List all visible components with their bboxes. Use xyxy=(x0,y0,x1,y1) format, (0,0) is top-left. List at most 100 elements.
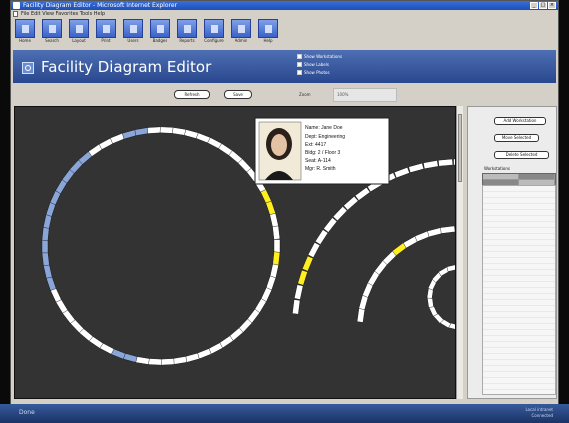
workstation-desk[interactable] xyxy=(272,251,281,266)
workstation-desk[interactable] xyxy=(41,226,50,241)
workstation-desk[interactable] xyxy=(171,127,187,136)
toolbar-label: Help xyxy=(263,38,273,43)
workstation-desk[interactable] xyxy=(354,187,371,201)
floor-diagram[interactable]: Name: Jane Doe Dept: Engineering Ext: 441… xyxy=(15,107,456,399)
workstation-desk[interactable] xyxy=(292,299,301,315)
workstation-desk[interactable] xyxy=(323,217,338,233)
workstation-desk[interactable] xyxy=(297,269,308,286)
add-workstation-button[interactable]: Add Workstation xyxy=(494,117,546,125)
window-title: Facility Diagram Editor - Microsoft Inte… xyxy=(23,2,178,9)
checkbox[interactable] xyxy=(297,62,302,67)
popup-line: Dept: Engineering xyxy=(305,134,345,140)
diagram-canvas[interactable]: Name: Jane Doe Dept: Engineering Ext: 441… xyxy=(14,106,456,399)
workstation-desk[interactable] xyxy=(43,214,53,229)
display-option[interactable]: Show Photos xyxy=(297,69,342,76)
workstation-list[interactable] xyxy=(482,185,556,395)
status-bar: Done Local intranet Connected xyxy=(0,404,569,423)
workstation-desk[interactable] xyxy=(427,227,443,238)
maximize-button[interactable]: □ xyxy=(539,2,547,9)
status-text: Done xyxy=(19,409,35,416)
scrollbar-thumb[interactable] xyxy=(458,114,462,182)
workstation-desk[interactable] xyxy=(172,356,188,365)
vertical-scrollbar[interactable] xyxy=(456,106,463,399)
workstation-desk[interactable] xyxy=(122,129,137,140)
toolbar-button-reports[interactable]: Reports xyxy=(175,19,199,47)
workstation-desk[interactable] xyxy=(272,225,281,240)
save-button[interactable]: Save xyxy=(224,90,252,99)
move-selected-button[interactable]: Move Selected xyxy=(494,134,539,142)
workstation-desk[interactable] xyxy=(269,263,279,279)
toolbar-button-admin[interactable]: Admin xyxy=(229,19,253,47)
minimize-button[interactable]: _ xyxy=(530,2,538,9)
workstation-desk[interactable] xyxy=(147,126,161,134)
workstation-desk[interactable] xyxy=(343,196,359,211)
workstation-desk[interactable] xyxy=(423,160,439,170)
zoom-input[interactable]: 100% xyxy=(333,88,397,102)
popup-line: Seat: A-114 xyxy=(305,158,331,164)
delete-selected-button[interactable]: Delete Selected xyxy=(494,151,549,159)
workstation-desk[interactable] xyxy=(307,242,321,258)
toolbar-button-users[interactable]: Users xyxy=(121,19,145,47)
workstation-desk[interactable] xyxy=(148,358,162,366)
workstation-desk[interactable] xyxy=(294,284,304,300)
app-logo-icon xyxy=(22,62,34,74)
toolbar-button-print[interactable]: Print xyxy=(94,19,118,47)
toolbar-button-configure[interactable]: Configure xyxy=(202,19,226,47)
close-button[interactable]: × xyxy=(548,2,556,9)
workstation-desk[interactable] xyxy=(273,239,281,253)
workstation-desk[interactable] xyxy=(314,229,329,245)
toolbar-button-home[interactable]: Home xyxy=(13,19,37,47)
workstation-desk[interactable] xyxy=(301,255,314,272)
workstation-desk[interactable] xyxy=(184,129,199,139)
workstation-desk[interactable] xyxy=(184,352,200,363)
workstation-desk[interactable] xyxy=(46,276,57,291)
option-label: Show Photos xyxy=(304,70,330,75)
print-icon xyxy=(96,19,116,38)
workstation-desk[interactable] xyxy=(332,206,348,222)
workstation-desk[interactable] xyxy=(440,225,455,234)
workstation-desk[interactable] xyxy=(160,358,175,366)
toolbar-button-search[interactable]: Search xyxy=(40,19,64,47)
toolbar-button-badges[interactable]: Badges xyxy=(148,19,172,47)
workstation-desk[interactable] xyxy=(265,200,276,216)
toolbar-button-layout[interactable]: Layout xyxy=(67,19,91,47)
workstation-desk[interactable] xyxy=(134,127,149,136)
workstation-desk[interactable] xyxy=(41,251,50,266)
status-zone-line2: Connected xyxy=(531,413,553,418)
workstation-desk[interactable] xyxy=(408,162,424,173)
workstation-desk[interactable] xyxy=(438,158,454,167)
toolbar-label: Search xyxy=(45,38,59,43)
workstation-desk[interactable] xyxy=(196,348,212,360)
workstation-desk[interactable] xyxy=(122,352,138,363)
photo-face xyxy=(271,134,287,156)
reports-icon xyxy=(177,19,197,38)
home-icon xyxy=(15,19,35,38)
title-bar[interactable]: Facility Diagram Editor - Microsoft Inte… xyxy=(11,1,558,10)
checkbox[interactable] xyxy=(297,54,302,59)
menu-text: File Edit View Favorites Tools Help xyxy=(21,11,106,17)
workstation-desk[interactable] xyxy=(110,132,125,144)
display-option[interactable]: Show Labels xyxy=(297,61,342,68)
workstation-desk[interactable] xyxy=(269,213,279,228)
search-icon xyxy=(42,19,62,38)
workstation-desk[interactable] xyxy=(446,263,456,272)
workstation-desk[interactable] xyxy=(159,126,174,134)
workstation-table-header[interactable] xyxy=(482,173,556,186)
toolbar-label: Print xyxy=(101,38,111,43)
checkbox[interactable] xyxy=(297,70,302,75)
badge-icon xyxy=(150,19,170,38)
refresh-button[interactable]: Refresh xyxy=(174,90,210,99)
toolbar-label: Reports xyxy=(179,38,195,43)
popup-line: Ext: 4417 xyxy=(305,142,326,148)
toolbar-button-help[interactable]: Help xyxy=(256,19,280,47)
workstation-desk[interactable] xyxy=(356,307,366,323)
workstation-desk[interactable] xyxy=(135,356,150,365)
menu-bar[interactable]: File Edit View Favorites Tools Help xyxy=(11,10,558,18)
workstation-desk[interactable] xyxy=(43,264,53,279)
workstation-desk[interactable] xyxy=(41,239,49,254)
person-popup[interactable]: Name: Jane Doe Dept: Engineering Ext: 441… xyxy=(254,117,390,185)
display-option[interactable]: Show Workstations xyxy=(297,53,342,60)
popup-line: Bldg: 2 / Floor 3 xyxy=(305,150,341,156)
workstation-desk[interactable] xyxy=(394,167,410,179)
option-label: Show Labels xyxy=(304,62,329,67)
